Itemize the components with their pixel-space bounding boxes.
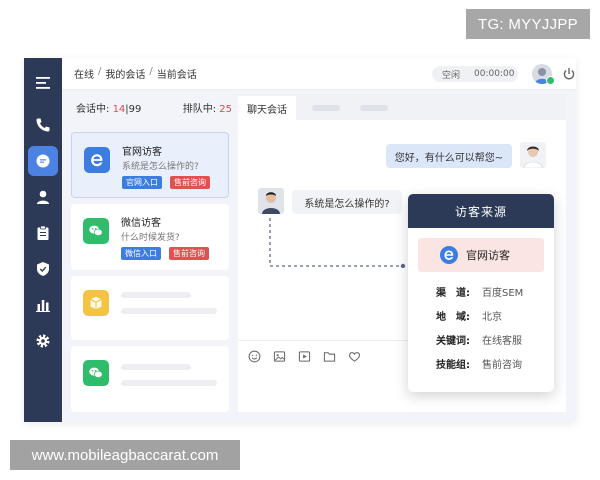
info-key: 关键词:	[436, 336, 470, 347]
tab-placeholder[interactable]	[312, 105, 340, 111]
agent-avatar	[520, 142, 546, 168]
video-icon[interactable]	[298, 350, 311, 363]
info-key: 技能组:	[436, 360, 470, 371]
visitor-avatar	[258, 188, 284, 214]
watermark-bottom: www.mobileagbaccarat.com	[10, 440, 240, 470]
gear-icon[interactable]	[28, 326, 58, 356]
session-title: 微信访客	[121, 218, 161, 229]
channel-tag: 官网入口	[122, 176, 162, 189]
breadcrumb-separator: /	[98, 66, 102, 77]
queue-value: 25	[219, 104, 232, 115]
wechat-icon	[83, 218, 109, 244]
folder-icon[interactable]	[323, 350, 336, 363]
visitor-message-bubble: 系统是怎么操作的?	[292, 190, 402, 214]
app-window: 在线 / 我的会话 / 当前会话 空闲 00:00:00 会话中: 14|99 …	[24, 58, 576, 422]
power-icon[interactable]	[562, 67, 576, 81]
session-card-placeholder[interactable]	[71, 346, 229, 412]
info-row-keyword: 关键词: 在线客服	[408, 332, 554, 347]
visitor-source-brand-label: 官网访客	[466, 249, 510, 262]
clipboard-icon[interactable]	[28, 218, 58, 248]
placeholder-line	[121, 380, 217, 386]
bar-chart-icon[interactable]	[28, 290, 58, 320]
queue-count: 排队中: 25	[183, 100, 232, 115]
session-card-website[interactable]: 官网访客 系统是怎么操作的? 官网入口 售前咨询	[71, 132, 229, 198]
breadcrumb-item-current-session: 当前会话	[156, 70, 197, 81]
breadcrumb-separator: /	[149, 66, 153, 77]
session-last-message: 什么时候发货?	[121, 233, 180, 243]
active-label: 会话中:	[76, 104, 110, 115]
info-key: 渠 道:	[436, 288, 470, 299]
tab-placeholder[interactable]	[360, 105, 388, 111]
active-sessions-count: 会话中: 14|99	[76, 100, 141, 115]
phone-icon[interactable]	[28, 110, 58, 140]
info-value: 在线客服	[482, 336, 522, 347]
queue-label: 排队中:	[182, 104, 217, 115]
emoji-icon[interactable]	[248, 350, 261, 363]
placeholder-line	[121, 308, 217, 314]
package-icon	[83, 290, 109, 316]
watermark-top: TG: MYYJJPP	[466, 9, 590, 39]
active-max: 99	[128, 104, 142, 115]
breadcrumb-item-my-sessions[interactable]: 我的会话	[105, 66, 145, 81]
ie-browser-icon	[440, 246, 458, 264]
info-value: 售前咨询	[482, 360, 522, 371]
online-status-badge	[546, 76, 555, 85]
type-tag: 售前咨询	[170, 176, 210, 189]
info-row-channel: 渠 道: 百度SEM	[408, 284, 554, 299]
composer-divider	[238, 340, 434, 341]
ie-browser-icon	[84, 147, 110, 173]
session-last-message: 系统是怎么操作的?	[122, 162, 199, 172]
visitor-source-title: 访客来源	[408, 194, 554, 228]
menu-icon[interactable]	[28, 68, 58, 98]
placeholder-line	[121, 292, 191, 298]
placeholder-line	[121, 364, 191, 370]
source-connector-line	[269, 218, 406, 268]
session-card-placeholder[interactable]	[71, 276, 229, 340]
breadcrumb: 在线 / 我的会话 / 当前会话	[74, 66, 197, 81]
user-icon[interactable]	[28, 182, 58, 212]
status-text: 空闲	[442, 70, 461, 81]
session-counts: 会话中: 14|99 排队中: 25	[76, 100, 232, 115]
info-key: 地 域:	[436, 312, 470, 323]
type-tag: 售前咨询	[169, 247, 209, 260]
visitor-source-panel: 访客来源 官网访客 渠 道: 百度SEM 地 域: 北京 关键词: 在线客服 技…	[408, 194, 554, 392]
breadcrumb-item-online[interactable]: 在线	[74, 66, 94, 81]
image-icon[interactable]	[273, 350, 286, 363]
active-value: 14	[112, 104, 126, 115]
wechat-icon	[83, 360, 109, 386]
sidebar	[24, 58, 62, 422]
chat-icon[interactable]	[28, 146, 58, 176]
info-row-region: 地 域: 北京	[408, 308, 554, 323]
info-row-skill-group: 技能组: 售前咨询	[408, 356, 554, 371]
status-selector[interactable]: 空闲 00:00:00	[432, 66, 518, 82]
session-timer: 00:00:00	[474, 69, 515, 79]
shield-icon[interactable]	[28, 254, 58, 284]
channel-tag: 微信入口	[121, 247, 161, 260]
visitor-source-brand: 官网访客	[418, 238, 544, 272]
topbar: 在线 / 我的会话 / 当前会话 空闲 00:00:00	[62, 58, 576, 90]
session-title: 官网访客	[122, 147, 162, 158]
info-value: 北京	[482, 312, 502, 323]
tab-chat-session[interactable]: 聊天会话	[238, 96, 296, 120]
heart-icon[interactable]	[348, 350, 361, 363]
composer-toolbar	[248, 350, 361, 363]
session-card-wechat[interactable]: 微信访客 什么时候发货? 微信入口 售前咨询	[71, 204, 229, 270]
agent-message-bubble: 您好，有什么可以帮您~	[386, 144, 512, 168]
info-value: 百度SEM	[482, 288, 524, 299]
